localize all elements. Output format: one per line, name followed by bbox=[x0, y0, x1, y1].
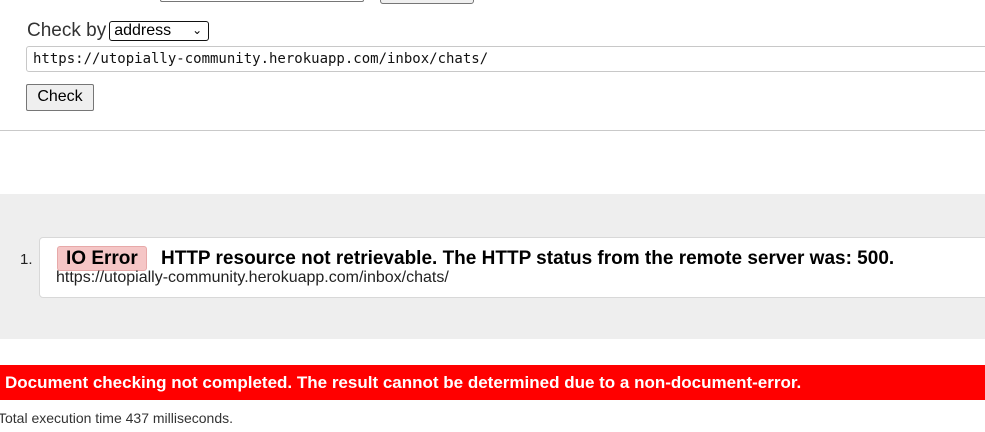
divider bbox=[0, 130, 985, 131]
page: Check by address ⌄ https://utopially-com… bbox=[0, 0, 985, 432]
check-by-row: Check by address ⌄ bbox=[27, 19, 210, 43]
cropped-text-input[interactable] bbox=[160, 0, 364, 2]
check-button[interactable]: Check bbox=[26, 84, 94, 111]
chevron-down-icon: ⌄ bbox=[192, 23, 203, 37]
io-error-badge: IO Error bbox=[57, 246, 147, 271]
check-by-selected-value: address bbox=[114, 22, 172, 39]
result-item: IO Error HTTP resource not retrievable. … bbox=[39, 237, 985, 298]
check-by-label: Check by bbox=[27, 20, 107, 41]
execution-time: Total execution time 437 milliseconds. bbox=[0, 410, 234, 426]
result-index: 1. bbox=[20, 251, 33, 268]
cropped-button[interactable] bbox=[380, 0, 474, 4]
url-input[interactable]: https://utopially-community.herokuapp.co… bbox=[26, 46, 985, 72]
result-url: https://utopially-community.herokuapp.co… bbox=[56, 269, 449, 286]
results-section: 1. IO Error HTTP resource not retrievabl… bbox=[0, 194, 985, 339]
error-banner: Document checking not completed. The res… bbox=[0, 365, 985, 400]
result-message: HTTP resource not retrievable. The HTTP … bbox=[161, 248, 895, 269]
check-by-select[interactable]: address ⌄ bbox=[109, 21, 210, 41]
